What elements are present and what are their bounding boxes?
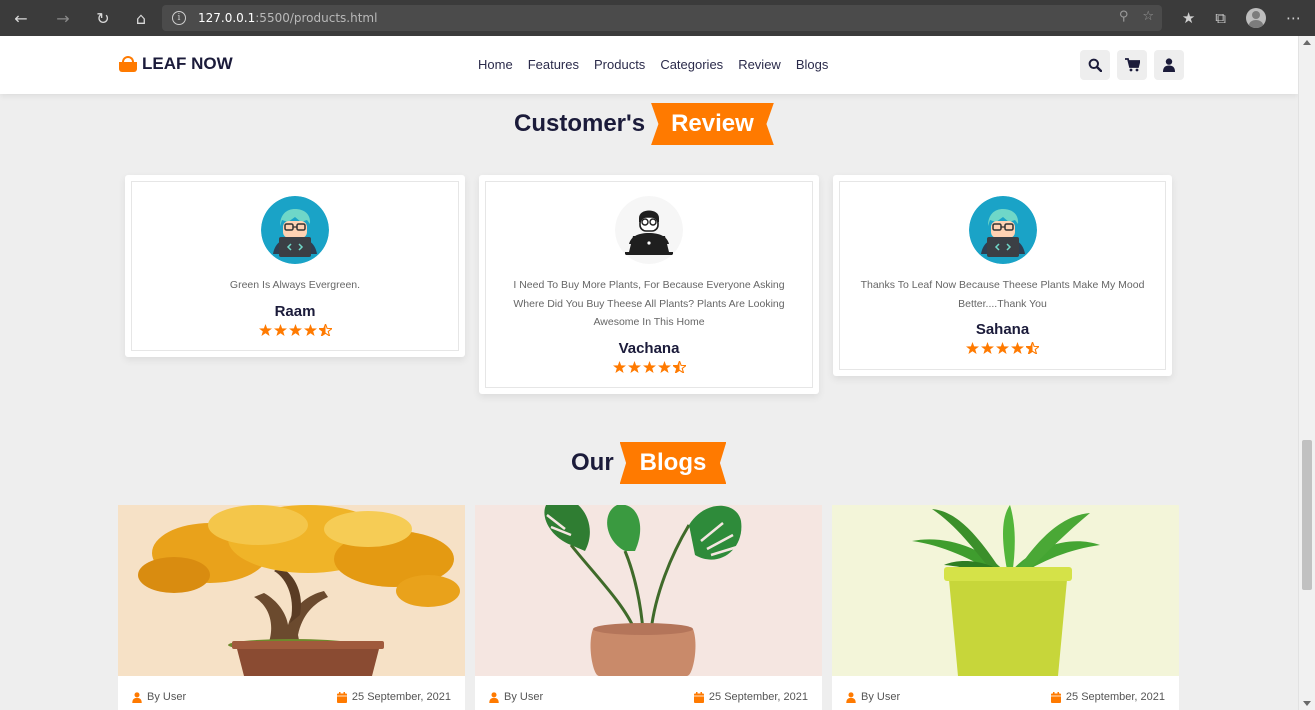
user-icon [132, 691, 142, 703]
main-nav: Home Features Products Categories Review… [478, 57, 828, 72]
star-icon [627, 360, 641, 373]
review-title-ribbon: Review [651, 103, 774, 145]
blog-author: By User [489, 691, 543, 703]
star-icon [303, 323, 317, 336]
calendar-icon [336, 691, 347, 703]
review-quote: I Need To Buy More Plants, For Because E… [513, 279, 785, 328]
review-quote: Thanks To Leaf Now Because Theese Plants… [860, 279, 1145, 310]
nav-products[interactable]: Products [594, 57, 645, 72]
star-half-icon [672, 360, 686, 373]
blog-card[interactable]: By User 25 September, 2021 [118, 505, 465, 710]
address-bar[interactable]: i 127.0.0.1:5500/products.html ⚲ ☆ [162, 5, 1162, 31]
blog-author-text: By User [861, 691, 901, 703]
profile-avatar-icon[interactable] [1246, 8, 1266, 28]
star-icon [642, 360, 656, 373]
blog-date-text: 25 September, 2021 [351, 691, 451, 703]
url-host: 127.0.0.1 [198, 11, 256, 25]
url-path: :5500/products.html [255, 11, 378, 25]
search-button[interactable] [1080, 50, 1110, 80]
user-icon [846, 691, 856, 703]
rating-stars [258, 323, 332, 336]
zoom-icon[interactable]: ⚲ [1119, 9, 1129, 24]
add-favorite-icon[interactable]: ☆ [1142, 9, 1154, 24]
scroll-down-icon[interactable] [1303, 701, 1311, 706]
star-icon [996, 342, 1009, 354]
review-card: Green Is Always Evergreen. Raam [125, 175, 465, 357]
page-viewport: LEAF NOW Home Features Products Categori… [0, 36, 1298, 710]
blogs-section-title: Our Blogs [571, 442, 727, 484]
home-icon[interactable]: ⌂ [130, 7, 152, 29]
blog-date: 25 September, 2021 [336, 691, 451, 703]
review-title-text: Customer's [514, 110, 646, 137]
site-header: LEAF NOW Home Features Products Categori… [0, 36, 1298, 94]
more-menu-icon[interactable]: ⋯ [1286, 9, 1301, 27]
nav-blogs[interactable]: Blogs [796, 57, 829, 72]
star-icon [258, 323, 272, 336]
scroll-up-icon[interactable] [1303, 40, 1311, 45]
blog-date: 25 September, 2021 [693, 691, 808, 703]
blogs-title-ribbon: Blogs [619, 442, 727, 484]
blog-card[interactable]: By User 25 September, 2021 [475, 505, 822, 710]
blog-date: 25 September, 2021 [1050, 691, 1165, 703]
reviewer-name: Raam [274, 302, 316, 320]
forward-icon[interactable]: → [52, 7, 74, 29]
blog-date-text: 25 September, 2021 [1065, 691, 1165, 703]
account-button[interactable] [1154, 50, 1184, 80]
favorites-icon[interactable]: ★ [1182, 9, 1195, 27]
blog-author-text: By User [147, 691, 187, 703]
back-icon[interactable]: ← [10, 7, 32, 29]
star-icon [273, 323, 287, 336]
nav-categories[interactable]: Categories [660, 57, 723, 72]
calendar-icon [1050, 691, 1061, 703]
collections-icon[interactable]: ⧉ [1215, 9, 1226, 27]
calendar-icon [693, 691, 704, 703]
review-card: Thanks To Leaf Now Because Theese Plants… [833, 175, 1172, 376]
url-text[interactable]: 127.0.0.1:5500/products.html [198, 11, 377, 25]
page-scrollbar[interactable] [1298, 36, 1315, 710]
person-laptop-avatar-icon [615, 196, 683, 264]
reviewer-name: Sahana [975, 321, 1030, 338]
monstera-pot-image [475, 505, 822, 676]
review-section-title: Customer's Review [514, 103, 774, 145]
scrollbar-thumb[interactable] [1302, 440, 1312, 590]
nav-features[interactable]: Features [528, 57, 579, 72]
star-half-icon [318, 323, 332, 336]
star-icon [657, 360, 671, 373]
logo-text: LEAF NOW [142, 54, 233, 73]
green-plant-pot-image [832, 505, 1179, 676]
user-icon [1163, 58, 1175, 72]
developer-avatar-icon [261, 196, 329, 264]
star-icon [966, 342, 979, 354]
review-quote: Green Is Always Evergreen. [229, 279, 361, 291]
blog-author: By User [846, 691, 900, 703]
site-logo[interactable]: LEAF NOW [118, 54, 233, 74]
developer-avatar-icon [968, 196, 1037, 264]
blogs-title-text: Our [571, 449, 614, 476]
star-half-icon [1026, 342, 1039, 354]
star-icon [1011, 342, 1024, 354]
rating-stars [966, 342, 1039, 354]
site-info-icon[interactable]: i [172, 11, 186, 25]
cart-button[interactable] [1117, 50, 1147, 80]
cart-icon [1124, 58, 1140, 72]
blog-author-text: By User [504, 691, 544, 703]
basket-icon [118, 56, 138, 72]
blog-date-text: 25 September, 2021 [708, 691, 808, 703]
user-icon [489, 691, 499, 703]
search-icon [1088, 58, 1102, 72]
star-icon [612, 360, 626, 373]
nav-review[interactable]: Review [738, 57, 781, 72]
nav-home[interactable]: Home [478, 57, 513, 72]
review-card: I Need To Buy More Plants, For Because E… [479, 175, 819, 394]
refresh-icon[interactable]: ↻ [92, 7, 114, 29]
rating-stars [612, 360, 686, 373]
reviewer-name: Vachana [618, 339, 680, 357]
browser-toolbar: ← → ↻ ⌂ i 127.0.0.1:5500/products.html ⚲… [0, 0, 1315, 36]
blog-author: By User [132, 691, 186, 703]
star-icon [981, 342, 994, 354]
star-icon [288, 323, 302, 336]
blog-card[interactable]: By User 25 September, 2021 [832, 505, 1179, 710]
bonsai-tree-image [118, 505, 465, 676]
